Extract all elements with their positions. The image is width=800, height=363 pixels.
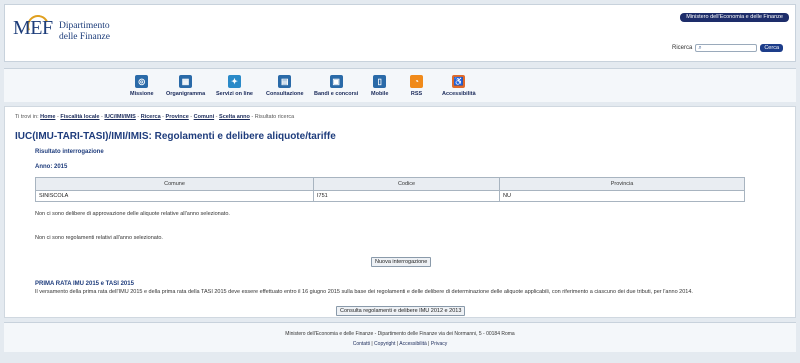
no-regolamenti-message: Non ci sono regolamenti relativi all'ann… [35, 235, 163, 241]
toolbar-item-mobile[interactable]: ▯ Mobile [371, 75, 388, 97]
logo-line2: delle Finanze [59, 32, 110, 42]
table-header-row: Comune Codice Provincia [35, 177, 745, 191]
consult-icon: ▤ [278, 75, 292, 88]
announce-icon: ▣ [329, 75, 343, 88]
toolbar-label: Bandi e concorsi [314, 91, 359, 97]
results-table: Comune Codice Provincia SINISCOLA I751 N… [35, 177, 745, 202]
footer-links: Contatti | Copyright | Accessibilità | P… [352, 341, 448, 347]
breadcrumb-current: Risultato ricerca [254, 114, 295, 120]
breadcrumb: Ti trovi in: Home - Fiscalità locale - I… [15, 114, 295, 120]
toolbar-label: Accessibilità [442, 91, 476, 97]
rss-icon: ◔ [410, 75, 423, 88]
column-header-comune: Comune [35, 177, 314, 191]
breadcrumb-ricerca[interactable]: Ricerca [141, 114, 161, 120]
toolbar-label: Missione [130, 91, 154, 97]
search-bar: Ricerca ⌕ Cerca [672, 43, 783, 53]
toolbar-label: RSS [410, 91, 423, 97]
page-title: IUC(IMU-TARI-TASI)/IMI/IMIS: Regolamenti… [15, 131, 336, 142]
search-label: Ricerca [671, 45, 693, 51]
toolbar-item-consultazione[interactable]: ▤ Consultazione [266, 75, 304, 97]
accessibility-icon: ♿ [452, 75, 466, 88]
toolbar-label: Consultazione [266, 91, 304, 97]
toolbar-item-missione[interactable]: ◎ Missione [130, 75, 154, 97]
cell-provincia: NU [499, 190, 745, 202]
breadcrumb-prefix: Ti trovi in: [15, 114, 39, 120]
toolbar-item-accessibilita[interactable]: ♿ Accessibilità [442, 75, 476, 97]
breadcrumb-scelta-anno[interactable]: Scelta anno [219, 114, 250, 120]
breadcrumb-fiscalita[interactable]: Fiscalità locale [60, 114, 99, 120]
mef-logo[interactable]: MEF Dipartimento delle Finanze [13, 11, 133, 55]
org-chart-icon: ▦ [179, 75, 193, 88]
logo-line1: Dipartimento [59, 21, 110, 31]
notice-text: Il versamento della prima rata dell'IMU … [35, 289, 693, 295]
consult-archive-button[interactable]: Consulta regolamenti e delibere IMU 2012… [336, 306, 466, 316]
toolbar-item-bandi[interactable]: ▣ Bandi e concorsi [314, 75, 358, 97]
target-icon: ◎ [135, 75, 149, 88]
logo-text: Dipartimento delle Finanze [59, 21, 110, 43]
search-icon: ⌕ [698, 45, 702, 51]
ministry-link[interactable]: Ministero dell'Economia e delle Finanze [680, 13, 789, 22]
toolbar-label: Servizi on line [216, 91, 253, 97]
column-header-provincia: Provincia [499, 177, 745, 191]
footer-link-copyright[interactable]: Copyright [374, 341, 395, 347]
search-button[interactable]: Cerca [760, 44, 783, 52]
logo-mark: MEF [13, 17, 53, 39]
twitter-icon: ✦ [227, 75, 241, 88]
site-footer: Ministero dell'Economia e delle Finanze … [4, 322, 796, 352]
search-input[interactable]: ⌕ [695, 44, 758, 52]
footer-link-accessibilita[interactable]: Accessibilità [399, 341, 427, 347]
content-area: Ti trovi in: Home - Fiscalità locale - I… [4, 106, 796, 318]
footer-link-contatti[interactable]: Contatti [353, 341, 370, 347]
new-query-button[interactable]: Nuova interrogazione [371, 257, 432, 267]
cell-codice: I751 [313, 190, 500, 202]
toolbar-item-organigramma[interactable]: ▦ Organigramma [166, 75, 205, 97]
breadcrumb-iuc[interactable]: IUC/IMI/IMIS [104, 114, 135, 120]
toolbar-label: Organigramma [166, 91, 206, 97]
main-toolbar: ◎ Missione ▦ Organigramma ✦ Servizi on l… [4, 68, 796, 102]
footer-address: Ministero dell'Economia e delle Finanze … [285, 331, 515, 337]
column-header-codice: Codice [313, 177, 500, 191]
breadcrumb-home[interactable]: Home [40, 114, 55, 120]
result-heading: Risultato interrogazione [35, 149, 104, 155]
toolbar-item-servizi[interactable]: ✦ Servizi on line [216, 75, 253, 97]
breadcrumb-comuni[interactable]: Comuni [194, 114, 214, 120]
notice-title: PRIMA RATA IMU 2015 e TASI 2015 [35, 281, 134, 287]
breadcrumb-province[interactable]: Province [166, 114, 189, 120]
year-label: Anno: 2015 [35, 164, 68, 170]
cell-comune: SINISCOLA [35, 190, 314, 202]
toolbar-item-rss[interactable]: ◔ RSS [410, 75, 423, 97]
footer-link-privacy[interactable]: Privacy [431, 341, 447, 347]
no-delibere-message: Non ci sono delibere di approvazione del… [35, 211, 230, 217]
table-row: SINISCOLA I751 NU [35, 190, 745, 202]
site-header: MEF Dipartimento delle Finanze Ministero… [4, 4, 796, 62]
mobile-icon: ▯ [373, 75, 387, 88]
toolbar-label: Mobile [371, 91, 389, 97]
